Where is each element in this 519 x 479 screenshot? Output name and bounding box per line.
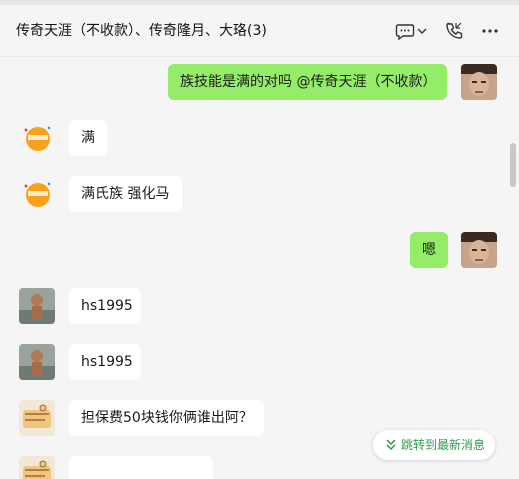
chat-bubble-icon[interactable] [395, 21, 415, 41]
more-icon[interactable] [480, 21, 500, 41]
self-avatar[interactable] [461, 64, 497, 100]
contact-avatar[interactable] [19, 344, 55, 380]
contact-avatar[interactable] [19, 456, 55, 479]
message-bubble[interactable] [69, 456, 213, 479]
scrollbar-thumb[interactable] [510, 143, 516, 187]
message-bubble[interactable]: hs1995 [69, 344, 141, 380]
chat-title: 传奇天涯（不收款）、传奇隆月、大珞(3) [16, 23, 267, 39]
message-bubble[interactable]: 嗯 [410, 232, 448, 268]
jump-to-latest-label: 跳转到最新消息 [401, 438, 486, 452]
message-bubble[interactable]: 族技能是满的对吗 @传奇天涯（不收款） [168, 64, 447, 100]
double-chevron-down-icon [386, 439, 396, 451]
message-bubble[interactable]: hs1995 [69, 288, 141, 324]
message-bubble[interactable]: 满 [69, 120, 107, 156]
message-bubble[interactable]: 满氏族 强化马 [69, 176, 182, 212]
message-bubble[interactable]: 担保费50块钱你俩谁出阿？ [69, 400, 264, 436]
self-avatar[interactable] [461, 232, 497, 268]
message-list[interactable]: 族技能是满的对吗 @传奇天涯（不收款） 满 满氏族 强化马 嗯 hs1995 h… [0, 57, 519, 479]
jump-to-latest-button[interactable]: 跳转到最新消息 [373, 430, 495, 460]
contact-avatar[interactable] [19, 288, 55, 324]
chat-header: 传奇天涯（不收款）、传奇隆月、大珞(3) [0, 5, 519, 57]
contact-avatar[interactable] [19, 176, 55, 212]
contact-avatar[interactable] [19, 120, 55, 156]
phone-icon[interactable] [444, 21, 464, 41]
chevron-down-icon[interactable] [416, 21, 428, 41]
contact-avatar[interactable] [19, 400, 55, 436]
